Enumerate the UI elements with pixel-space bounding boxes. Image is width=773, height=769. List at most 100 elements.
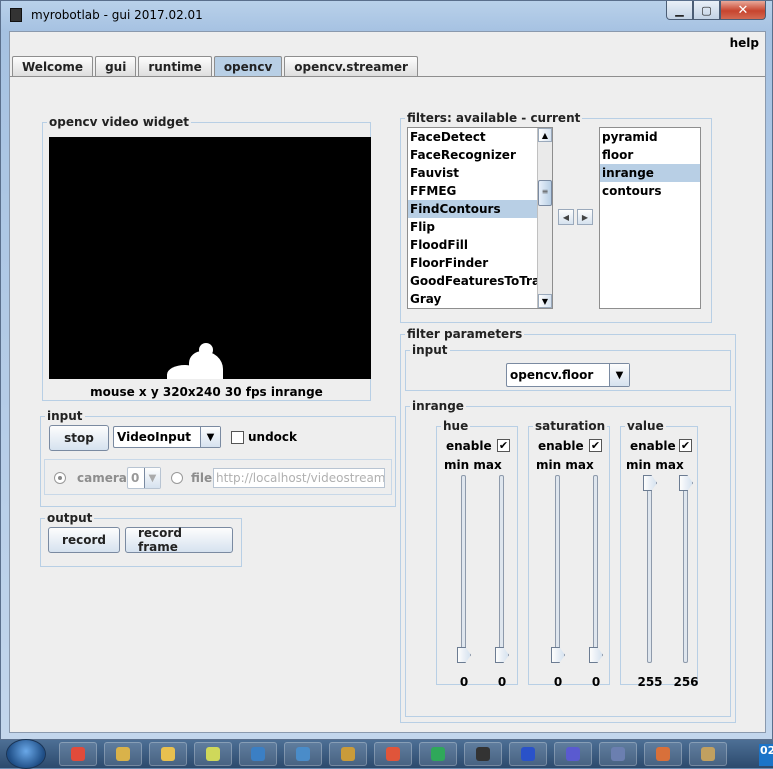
recorder-icon-glyph [386, 747, 400, 761]
value-max-slider-thumb[interactable] [679, 475, 693, 491]
inrange-group: inrange hue enable ✔ min max 0 0 saturat… [405, 399, 731, 717]
help-menu[interactable]: help [730, 36, 759, 50]
taskbar: 02 [0, 739, 773, 769]
video-widget-legend: opencv video widget [49, 115, 189, 129]
list-item[interactable]: FFMEG [408, 182, 538, 200]
filters-legend: filters: available - current [407, 111, 581, 125]
saturation-max-slider[interactable] [593, 475, 598, 663]
minimize-icon: ▁ [675, 3, 684, 17]
value-min-slider-thumb[interactable] [643, 475, 657, 491]
remove-filter-button[interactable]: ◀ [558, 209, 574, 225]
terminal-icon-glyph [476, 747, 490, 761]
binoculars-icon[interactable] [509, 742, 547, 766]
inrange-legend: inrange [412, 399, 464, 413]
app-window: myrobotlab - gui 2017.02.01 ▁ ▢ ✕ help W… [0, 0, 773, 740]
filter-input-select[interactable]: opencv.floor ▼ [506, 363, 630, 387]
stop-button[interactable]: stop [49, 425, 109, 451]
value-max-slider[interactable] [683, 475, 688, 663]
available-filters-list[interactable]: FaceDetect FaceRecognizer Fauvist FFMEG … [407, 127, 553, 309]
filter-input-group: input opencv.floor ▼ [405, 343, 731, 391]
tab-gui[interactable]: gui [95, 56, 137, 77]
video-display[interactable] [49, 137, 371, 379]
maximize-button[interactable]: ▢ [693, 1, 720, 20]
chrome-icon[interactable] [59, 742, 97, 766]
hue-enable-checkbox[interactable]: ✔ [497, 439, 510, 452]
tab-runtime[interactable]: runtime [138, 56, 212, 77]
globe-icon[interactable] [554, 742, 592, 766]
minimize-button[interactable]: ▁ [666, 1, 693, 20]
saturation-min-slider[interactable] [555, 475, 560, 663]
clock[interactable]: 02 [759, 744, 773, 766]
video-source-select[interactable]: VideoInput ▼ [113, 426, 221, 448]
list-item[interactable]: FindContours [408, 200, 538, 218]
current-filters-list[interactable]: pyramid floor inrange contours [599, 127, 701, 309]
list-item[interactable]: GoodFeaturesToTrack [408, 272, 552, 290]
hue-enable-label: enable [446, 439, 492, 453]
camera-radio[interactable] [54, 472, 66, 484]
value-enable-checkbox[interactable]: ✔ [679, 439, 692, 452]
record-button[interactable]: record [48, 527, 120, 553]
scroll-thumb[interactable]: ≡ [538, 180, 552, 206]
list-item[interactable]: FaceRecognizer [408, 146, 538, 164]
tab-strip: Welcome gui runtime opencv opencv.stream… [12, 56, 420, 78]
network-icon[interactable] [329, 742, 367, 766]
console-icon[interactable] [284, 742, 322, 766]
list-item[interactable]: Fauvist [408, 164, 538, 182]
tab-opencv-streamer[interactable]: opencv.streamer [284, 56, 418, 77]
list-item[interactable]: Gray [408, 290, 538, 308]
add-filter-button[interactable]: ▶ [577, 209, 593, 225]
chevron-down-icon[interactable]: ▼ [609, 364, 629, 386]
title-bar[interactable]: myrobotlab - gui 2017.02.01 ▁ ▢ ✕ [1, 1, 772, 31]
saturation-enable-checkbox[interactable]: ✔ [589, 439, 602, 452]
file-url-input[interactable]: http://localhost/videostream.cgi [213, 468, 385, 488]
record-frame-button[interactable]: record frame [125, 526, 233, 554]
tab-welcome[interactable]: Welcome [12, 56, 94, 77]
client-area: help Welcome gui runtime opencv opencv.s… [9, 31, 766, 733]
list-item[interactable]: contours [600, 182, 700, 200]
explorer-icon[interactable] [149, 742, 187, 766]
camera-index-select[interactable]: 0 ▼ [127, 467, 161, 489]
notepad-icon[interactable] [194, 742, 232, 766]
value-max-value: 256 [673, 675, 699, 689]
close-button[interactable]: ✕ [720, 1, 766, 20]
files-icon[interactable] [104, 742, 142, 766]
hangouts-icon-glyph [431, 747, 445, 761]
hue-max-slider-thumb[interactable] [495, 647, 509, 663]
start-button[interactable] [6, 739, 46, 769]
settings-icon-glyph [656, 747, 670, 761]
list-item[interactable]: FloodFill [408, 236, 538, 254]
list-item[interactable]: Flip [408, 218, 538, 236]
scroll-down-icon[interactable]: ▼ [538, 294, 552, 308]
settings-icon[interactable] [644, 742, 682, 766]
file-label: file [191, 471, 213, 485]
list-item[interactable]: FaceDetect [408, 128, 538, 146]
filter-input-value: opencv.floor [510, 368, 594, 382]
hue-group: hue enable ✔ min max 0 0 [436, 419, 518, 689]
list-item[interactable]: floor [600, 146, 700, 164]
tab-opencv[interactable]: opencv [213, 56, 283, 77]
recorder-icon[interactable] [374, 742, 412, 766]
terminal-icon[interactable] [464, 742, 502, 766]
hue-min-slider-thumb[interactable] [457, 647, 471, 663]
list-item[interactable]: pyramid [600, 128, 700, 146]
value-min-slider[interactable] [647, 475, 652, 663]
chevron-down-icon[interactable]: ▼ [144, 468, 160, 488]
saturation-max-slider-thumb[interactable] [589, 647, 603, 663]
file-radio[interactable] [171, 472, 183, 484]
vlc-icon[interactable] [599, 742, 637, 766]
saturation-min-slider-thumb[interactable] [551, 647, 565, 663]
available-filters-scrollbar[interactable]: ▲ ≡ ▼ [537, 128, 552, 308]
hue-max-slider[interactable] [499, 475, 504, 663]
hue-min-slider[interactable] [461, 475, 466, 663]
undock-checkbox[interactable] [231, 431, 244, 444]
hangouts-icon[interactable] [419, 742, 457, 766]
vlc-icon-glyph [611, 747, 625, 761]
chevron-down-icon[interactable]: ▼ [200, 427, 220, 447]
value-legend: value [627, 419, 664, 433]
list-item[interactable]: FloorFinder [408, 254, 538, 272]
scroll-up-icon[interactable]: ▲ [538, 128, 552, 142]
paint-icon[interactable] [689, 742, 727, 766]
window-icon[interactable] [239, 742, 277, 766]
list-item[interactable]: inrange [600, 164, 700, 182]
video-status: mouse x y 320x240 30 fps inrange [90, 385, 323, 399]
